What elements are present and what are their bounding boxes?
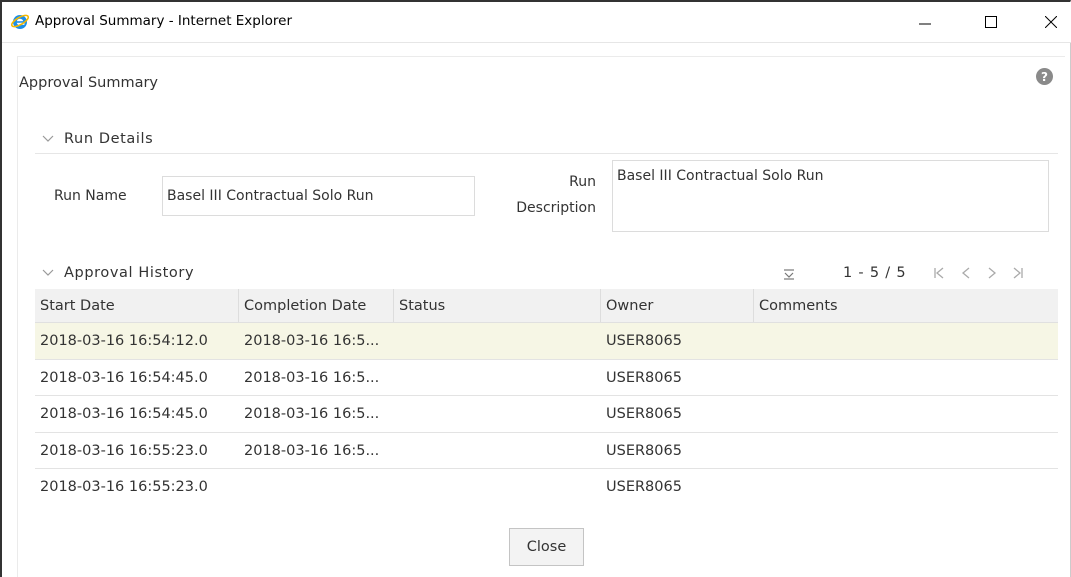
close-icon — [1045, 16, 1057, 28]
next-page-button[interactable] — [984, 264, 1000, 282]
cell-status — [394, 469, 601, 506]
chevron-left-icon — [961, 267, 970, 279]
first-page-icon — [934, 267, 944, 279]
browser-window: Approval Summary - Internet Explorer App… — [0, 0, 1071, 577]
cell-owner: USER8065 — [606, 369, 682, 386]
cell-completion-date: 2018-03-16 16:5... — [244, 442, 380, 459]
cell-start-date: 2018-03-16 16:55:23.0 — [40, 442, 208, 459]
last-page-button[interactable] — [1010, 264, 1026, 282]
cell-comments — [754, 360, 1058, 396]
cell-start-date: 2018-03-16 16:55:23.0 — [40, 479, 208, 495]
table-row[interactable]: 2018-03-16 16:54:45.0 2018-03-16 16:5...… — [35, 396, 1058, 433]
table-header: Start Date Completion Date Status Owner … — [35, 289, 1058, 323]
run-name-label: Run Name — [54, 188, 127, 204]
last-page-icon — [1013, 267, 1023, 279]
section-divider — [35, 153, 1058, 154]
chevron-down-icon — [42, 135, 54, 142]
cell-comments — [754, 396, 1058, 432]
approval-history-table: Start Date Completion Date Status Owner … — [35, 289, 1058, 506]
chevron-right-icon — [988, 267, 997, 279]
run-description-label-line2: Description — [516, 200, 596, 216]
cell-completion-date: 2018-03-16 16:5... — [244, 406, 380, 422]
cell-start-date: 2018-03-16 16:54:12.0 — [40, 333, 208, 349]
run-name-field[interactable]: Basel III Contractual Solo Run — [162, 176, 475, 216]
run-description-label-line1: Run — [569, 174, 596, 190]
title-bar-divider — [2, 42, 1071, 43]
window-title: Approval Summary - Internet Explorer — [35, 13, 292, 29]
cell-comments — [754, 433, 1058, 469]
approval-history-header[interactable]: Approval History — [42, 265, 194, 281]
cell-status — [394, 396, 601, 432]
cell-owner: USER8065 — [606, 333, 682, 349]
minimize-icon — [919, 23, 931, 25]
pagination-info: 1 - 5 / 5 — [843, 265, 907, 281]
cell-comments — [754, 469, 1058, 506]
run-details-header[interactable]: Run Details — [42, 131, 153, 147]
column-header-completion-date[interactable]: Completion Date — [239, 289, 394, 322]
filter-icon[interactable] — [782, 268, 796, 280]
cell-status — [394, 323, 601, 359]
column-header-status[interactable]: Status — [394, 289, 601, 322]
close-window-button[interactable] — [1028, 2, 1071, 42]
cell-completion-date: 2018-03-16 16:5... — [244, 333, 380, 349]
internet-explorer-icon — [10, 14, 30, 29]
column-header-owner[interactable]: Owner — [601, 289, 754, 322]
cell-completion-date: 2018-03-16 16:5... — [244, 369, 380, 386]
table-row[interactable]: 2018-03-16 16:54:12.0 2018-03-16 16:5...… — [35, 323, 1058, 360]
run-description-field[interactable]: Basel III Contractual Solo Run — [612, 160, 1049, 232]
approval-history-title: Approval History — [64, 265, 195, 281]
maximize-button[interactable] — [968, 2, 1014, 42]
cell-status — [394, 433, 601, 469]
previous-page-button[interactable] — [958, 264, 974, 282]
chevron-down-icon — [42, 269, 54, 276]
column-header-comments[interactable]: Comments — [754, 289, 1058, 322]
title-bar: Approval Summary - Internet Explorer — [2, 2, 1071, 42]
column-header-start-date[interactable]: Start Date — [35, 289, 239, 322]
dialog-title: Approval Summary — [19, 75, 159, 91]
cell-owner: USER8065 — [606, 479, 682, 495]
cell-completion-date — [239, 469, 394, 506]
minimize-button[interactable] — [902, 2, 948, 42]
run-details-title: Run Details — [64, 131, 154, 147]
cell-status — [394, 360, 601, 396]
cell-owner: USER8065 — [606, 442, 682, 459]
table-row[interactable]: 2018-03-16 16:55:23.0 2018-03-16 16:5...… — [35, 433, 1058, 469]
cell-start-date: 2018-03-16 16:54:45.0 — [40, 406, 208, 422]
table-row[interactable]: 2018-03-16 16:54:45.0 2018-03-16 16:5...… — [35, 360, 1058, 396]
table-row[interactable]: 2018-03-16 16:55:23.0 USER8065 — [35, 469, 1058, 506]
cell-comments — [754, 323, 1058, 359]
close-button[interactable]: Close — [509, 528, 584, 566]
maximize-icon — [985, 16, 997, 28]
cell-start-date: 2018-03-16 16:54:45.0 — [40, 369, 208, 386]
help-icon[interactable]: ? — [1036, 68, 1053, 85]
first-page-button[interactable] — [931, 264, 947, 282]
cell-owner: USER8065 — [606, 406, 682, 422]
